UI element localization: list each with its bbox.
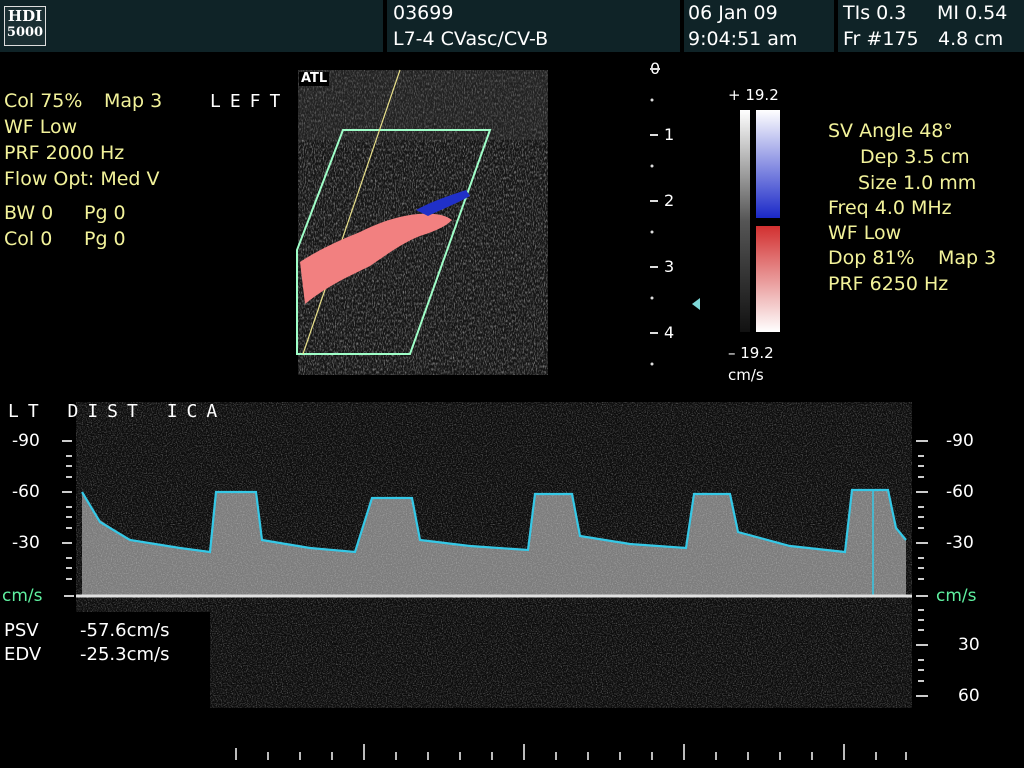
depth-label-1: 1 bbox=[664, 125, 675, 144]
color-scale-unit: cm/s bbox=[728, 366, 764, 384]
right-scale-90: -90 bbox=[946, 431, 974, 451]
left-scale-60: -60 bbox=[12, 482, 40, 502]
edv-label: EDV bbox=[4, 644, 42, 665]
color-bar-red bbox=[756, 226, 780, 332]
depth-label-3: 3 bbox=[664, 257, 675, 276]
left-velocity-ticks bbox=[62, 440, 74, 597]
depth-dash-0 bbox=[650, 68, 660, 70]
color-bar-gray bbox=[740, 110, 750, 332]
time-axis-ticks bbox=[235, 744, 907, 760]
focus-marker bbox=[692, 298, 700, 310]
color-scale-max: + 19.2 bbox=[728, 86, 779, 104]
right-scale-pos30: 30 bbox=[958, 635, 980, 655]
color-scale-min: – 19.2 bbox=[728, 344, 774, 362]
depth-dash-1 bbox=[650, 134, 658, 136]
depth-dash-3 bbox=[650, 266, 658, 268]
right-velocity-ticks bbox=[916, 440, 928, 697]
depth-dash-2 bbox=[650, 200, 658, 202]
atl-mark: ATL bbox=[299, 71, 330, 86]
right-scale-pos60: 60 bbox=[958, 686, 980, 706]
right-scale-unit: cm/s bbox=[936, 586, 977, 606]
right-scale-60: -60 bbox=[946, 482, 974, 502]
color-bar-blue bbox=[756, 110, 780, 218]
depth-scale bbox=[650, 98, 654, 366]
depth-label-2: 2 bbox=[664, 191, 675, 210]
vessel-label: LT DIST ICA bbox=[8, 401, 227, 422]
left-scale-90: -90 bbox=[12, 431, 40, 451]
right-scale-30: -30 bbox=[946, 533, 974, 553]
edv-value: -25.3cm/s bbox=[80, 644, 170, 665]
psv-value: -57.6cm/s bbox=[80, 620, 170, 641]
depth-dash-4 bbox=[650, 332, 658, 334]
left-scale-30: -30 bbox=[12, 533, 40, 553]
psv-label: PSV bbox=[4, 620, 39, 641]
left-scale-unit: cm/s bbox=[2, 586, 43, 606]
depth-label-4: 4 bbox=[664, 323, 675, 342]
